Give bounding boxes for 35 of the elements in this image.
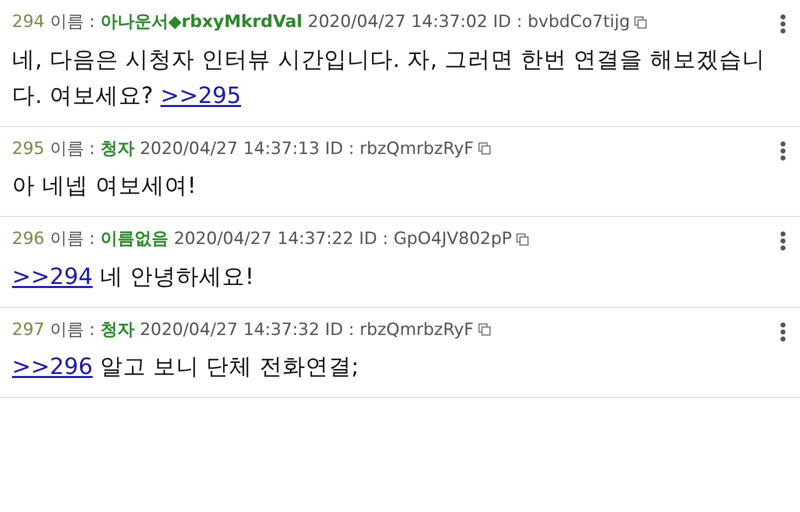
post-number: 296 — [12, 229, 44, 249]
poster-id: ID : GpO4JV802pP — [358, 229, 512, 249]
post-datetime: 2020/04/27 14:37:02 — [308, 12, 488, 32]
menu-icon[interactable] — [780, 14, 786, 34]
name-label: 이름 : — [50, 12, 95, 32]
post-number: 297 — [12, 320, 44, 340]
poster-name: 이름없음 — [100, 229, 168, 249]
post-number: 295 — [12, 138, 44, 158]
name-label: 이름 : — [50, 138, 95, 158]
poster-name: 청자 — [100, 138, 134, 158]
poster-id: ID : rbzQmrbzRyF — [324, 320, 474, 340]
menu-icon[interactable] — [780, 231, 786, 251]
name-label: 이름 : — [50, 320, 95, 340]
copy-icon[interactable] — [478, 323, 491, 336]
name-label: 이름 : — [50, 229, 95, 249]
menu-icon[interactable] — [780, 322, 786, 342]
reply-link[interactable]: >>294 — [12, 264, 93, 290]
post-datetime: 2020/04/27 14:37:13 — [140, 138, 320, 158]
post-body: >>294 네 안녕하세요! — [12, 262, 255, 292]
poster-name: 아나운서◆rbxyMkrdVal — [100, 12, 302, 32]
reply-link[interactable]: >>296 — [12, 354, 93, 380]
post-body: 아 네넵 여보세여! — [12, 172, 198, 201]
poster-id: ID : rbzQmrbzRyF — [324, 138, 474, 158]
copy-icon[interactable] — [634, 16, 648, 29]
post-datetime: 2020/04/27 14:37:22 — [174, 229, 354, 249]
post-datetime: 2020/04/27 14:37:32 — [140, 320, 320, 340]
copy-icon[interactable] — [516, 232, 529, 246]
poster-id: ID : bvbdCo7tijg — [492, 12, 630, 32]
post-body: 네, 다음은 시청자 인터뷰 시간입니다. 자, 그러면 한번 연결을 해보겠습니다. 여보세요? >>295 — [12, 46, 766, 110]
poster-name: 청자 — [100, 320, 134, 340]
menu-icon[interactable] — [780, 140, 786, 160]
copy-icon[interactable] — [478, 142, 491, 156]
post-body: >>296 알고 보니 단체 전화연결; — [12, 353, 360, 382]
post-number: 294 — [12, 12, 44, 32]
reply-link[interactable]: >>295 — [160, 82, 242, 108]
